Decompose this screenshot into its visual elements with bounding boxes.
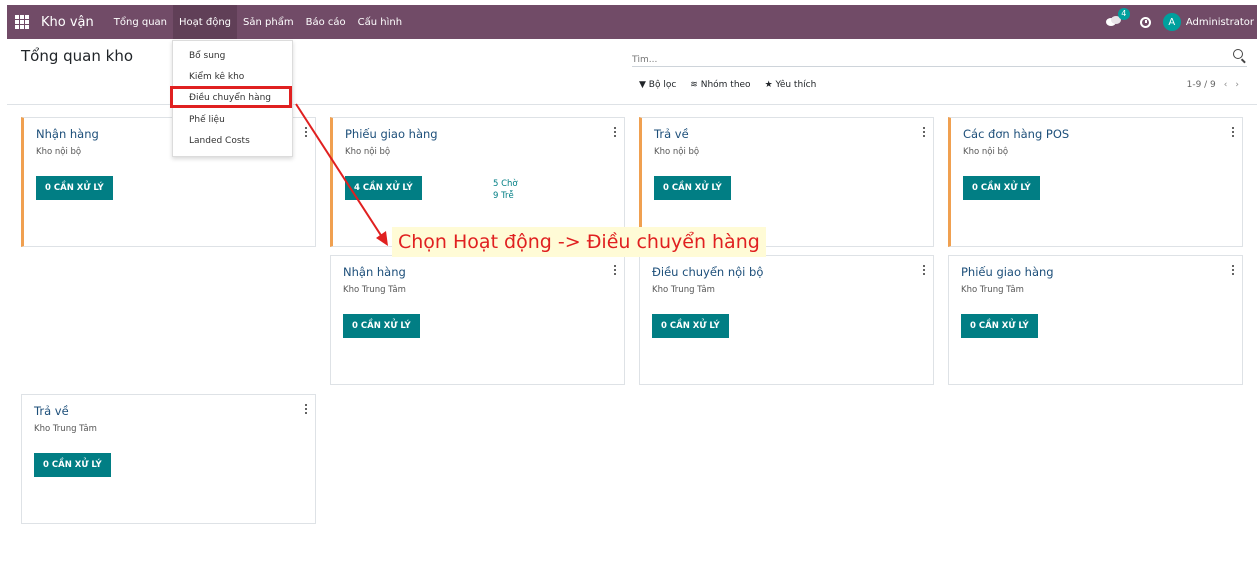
- card-delivery-central[interactable]: Phiếu giao hàng Kho Trung Tâm 0 CẦN XỬ L…: [948, 255, 1243, 385]
- kebab-menu-icon[interactable]: [612, 127, 618, 141]
- menu-operations[interactable]: Hoạt động: [173, 5, 238, 39]
- card-returns-central[interactable]: Trả về Kho Trung Tâm 0 CẦN XỬ LÝ: [21, 394, 316, 524]
- search-options: ▼ Bộ lọc ≋ Nhóm theo ★ Yêu thích: [639, 80, 816, 90]
- card-subtitle: Kho nội bộ: [963, 147, 1009, 157]
- menu-products[interactable]: Sản phẩm: [237, 5, 300, 39]
- chat-icon[interactable]: 4: [1105, 8, 1130, 28]
- annotation-label: Chọn Hoạt động -> Điều chuyển hàng: [392, 227, 766, 257]
- page-title: Tổng quan kho: [21, 47, 134, 65]
- card-subtitle: Kho Trung Tâm: [34, 424, 97, 434]
- chat-badge: 4: [1117, 8, 1130, 20]
- kebab-menu-icon[interactable]: [1230, 127, 1236, 141]
- card-stats: 5 Chờ 9 Trễ: [493, 178, 518, 202]
- group-by-button[interactable]: ≋ Nhóm theo: [690, 80, 750, 90]
- pager-prev-icon[interactable]: ‹: [1224, 80, 1228, 90]
- menu-configuration[interactable]: Cấu hình: [352, 5, 408, 39]
- card-internal-transfers[interactable]: Điều chuyển nội bộ Kho Trung Tâm 0 CẦN X…: [639, 255, 934, 385]
- card-subtitle: Kho Trung Tâm: [652, 285, 715, 295]
- search-icon[interactable]: [1233, 49, 1243, 59]
- to-process-button[interactable]: 0 CẦN XỬ LÝ: [36, 176, 113, 200]
- menu-overview[interactable]: Tổng quan: [108, 5, 173, 39]
- app-title[interactable]: Kho vận: [41, 15, 94, 30]
- kebab-menu-icon[interactable]: [612, 265, 618, 279]
- card-title[interactable]: Phiếu giao hàng: [961, 265, 1054, 279]
- activity-clock-icon[interactable]: [1139, 16, 1151, 28]
- to-process-button[interactable]: 0 CẦN XỬ LÝ: [654, 176, 731, 200]
- menu-reporting[interactable]: Báo cáo: [300, 5, 352, 39]
- to-process-button[interactable]: 0 CẦN XỬ LÝ: [961, 314, 1038, 338]
- to-process-button[interactable]: 0 CẦN XỬ LÝ: [963, 176, 1040, 200]
- kebab-menu-icon[interactable]: [921, 265, 927, 279]
- user-name[interactable]: Administrator: [1186, 17, 1254, 28]
- dropdown-item-replenishment[interactable]: Bổ sung: [189, 51, 225, 61]
- apps-grid-icon[interactable]: [15, 15, 29, 29]
- top-navbar: Kho vận Tổng quan Hoạt động Sản phẩm Báo…: [7, 5, 1257, 39]
- late-link[interactable]: 9 Trễ: [493, 190, 518, 202]
- kebab-menu-icon[interactable]: [921, 127, 927, 141]
- card-receipts-central[interactable]: Nhận hàng Kho Trung Tâm 0 CẦN XỬ LÝ: [330, 255, 625, 385]
- to-process-button[interactable]: 0 CẦN XỬ LÝ: [343, 314, 420, 338]
- card-subtitle: Kho nội bộ: [36, 147, 82, 157]
- star-icon: ★: [764, 80, 773, 90]
- kebab-menu-icon[interactable]: [303, 404, 309, 418]
- pager-next-icon[interactable]: ›: [1235, 80, 1239, 90]
- dropdown-item-scrap[interactable]: Phế liệu: [189, 115, 225, 125]
- card-subtitle: Kho nội bộ: [654, 147, 700, 157]
- dropdown-item-landed-costs[interactable]: Landed Costs: [189, 136, 250, 146]
- to-process-button[interactable]: 4 CẦN XỬ LÝ: [345, 176, 422, 200]
- pager-value[interactable]: 1-9 / 9: [1187, 80, 1216, 90]
- card-subtitle: Kho nội bộ: [345, 147, 391, 157]
- card-title[interactable]: Phiếu giao hàng: [345, 127, 438, 141]
- favorites-label: Yêu thích: [775, 80, 817, 90]
- search-bar: [632, 47, 1247, 69]
- group-by-label: Nhóm theo: [700, 80, 751, 90]
- card-title[interactable]: Nhận hàng: [36, 127, 99, 141]
- kebab-menu-icon[interactable]: [1230, 265, 1236, 279]
- card-title[interactable]: Các đơn hàng POS: [963, 127, 1069, 141]
- card-subtitle: Kho Trung Tâm: [961, 285, 1024, 295]
- filter-label: Bộ lọc: [648, 80, 677, 90]
- layers-icon: ≋: [690, 80, 698, 90]
- to-process-button[interactable]: 0 CẦN XỬ LÝ: [652, 314, 729, 338]
- card-pos-orders[interactable]: Các đơn hàng POS Kho nội bộ 0 CẦN XỬ LÝ: [948, 117, 1243, 247]
- favorites-button[interactable]: ★ Yêu thích: [765, 80, 817, 90]
- card-title[interactable]: Nhận hàng: [343, 265, 406, 279]
- card-title[interactable]: Trả về: [34, 404, 69, 418]
- search-input[interactable]: [632, 51, 1212, 69]
- filter-button[interactable]: ▼ Bộ lọc: [639, 80, 676, 90]
- card-title[interactable]: Điều chuyển nội bộ: [652, 265, 763, 279]
- card-title[interactable]: Trả về: [654, 127, 689, 141]
- kebab-menu-icon[interactable]: [303, 127, 309, 141]
- avatar[interactable]: A: [1162, 13, 1181, 31]
- pager: 1-9 / 9 ‹ ›: [1187, 80, 1239, 90]
- highlight-box: [170, 86, 292, 108]
- card-subtitle: Kho Trung Tâm: [343, 285, 406, 295]
- dropdown-item-inventory-count[interactable]: Kiểm kê kho: [189, 72, 244, 82]
- waiting-link[interactable]: 5 Chờ: [493, 178, 518, 190]
- to-process-button[interactable]: 0 CẦN XỬ LÝ: [34, 453, 111, 477]
